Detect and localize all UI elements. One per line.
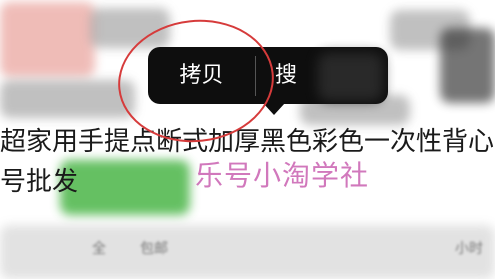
screenshot: 超家用手提点断式加厚黑色彩色一次性背心排 号批发 乐号小淘学社 全 包邮 小时 … [0,0,495,279]
product-title-line2: 号批发 [0,167,79,197]
footer-label-right: 小时 [455,241,483,257]
watermark-text: 乐号小淘学社 [195,159,370,192]
blurred-region [0,2,95,77]
menu-pointer-arrow [263,103,285,115]
blurred-menu-region [318,53,383,101]
blurred-region [0,80,135,118]
footer-label-left: 全 [92,241,106,257]
blurred-region [60,160,190,215]
blurred-region [0,225,495,279]
blurred-region [440,28,495,103]
footer-label-middle: 包邮 [140,241,168,257]
